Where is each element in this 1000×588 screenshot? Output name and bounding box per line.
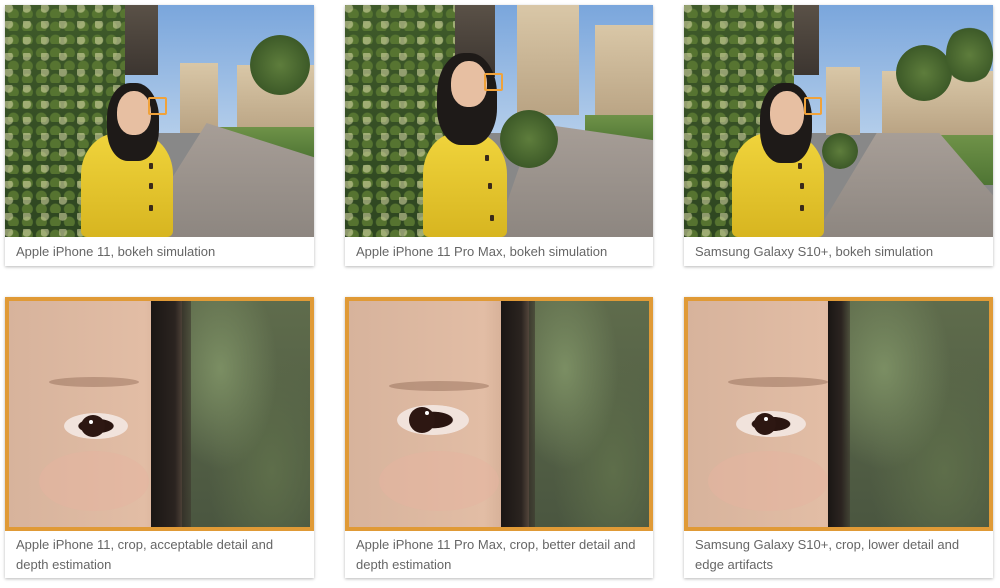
eye-crop-photo[interactable] bbox=[684, 297, 993, 531]
eye-crop-photo[interactable] bbox=[5, 297, 314, 531]
focus-box bbox=[148, 97, 167, 115]
card-iphone11promax-bokeh: Apple iPhone 11 Pro Max, bokeh simulatio… bbox=[345, 5, 653, 266]
photo-caption: Apple iPhone 11, bokeh simulation bbox=[16, 244, 216, 259]
photo-caption: Samsung Galaxy S10+, bokeh simulation bbox=[695, 244, 934, 259]
portrait-bokeh-photo[interactable] bbox=[345, 5, 653, 237]
photo-caption: Apple iPhone 11, crop, acceptable detail… bbox=[16, 537, 274, 572]
card-galaxys10plus-crop: Samsung Galaxy S10+, crop, lower detail … bbox=[684, 297, 993, 578]
photo-caption: Apple iPhone 11 Pro Max, bokeh simulatio… bbox=[356, 244, 608, 259]
card-iphone11-bokeh: Apple iPhone 11, bokeh simulation bbox=[5, 5, 314, 266]
card-galaxys10plus-bokeh: Samsung Galaxy S10+, bokeh simulation bbox=[684, 5, 993, 266]
photo-caption: Samsung Galaxy S10+, crop, lower detail … bbox=[695, 537, 960, 572]
focus-box bbox=[484, 73, 503, 91]
portrait-bokeh-photo[interactable] bbox=[5, 5, 314, 237]
card-iphone11promax-crop: Apple iPhone 11 Pro Max, crop, better de… bbox=[345, 297, 653, 578]
card-iphone11-crop: Apple iPhone 11, crop, acceptable detail… bbox=[5, 297, 314, 578]
photo-caption: Apple iPhone 11 Pro Max, crop, better de… bbox=[356, 537, 636, 572]
focus-box bbox=[804, 97, 822, 115]
eye-crop-photo[interactable] bbox=[345, 297, 653, 531]
portrait-bokeh-photo[interactable] bbox=[684, 5, 993, 237]
